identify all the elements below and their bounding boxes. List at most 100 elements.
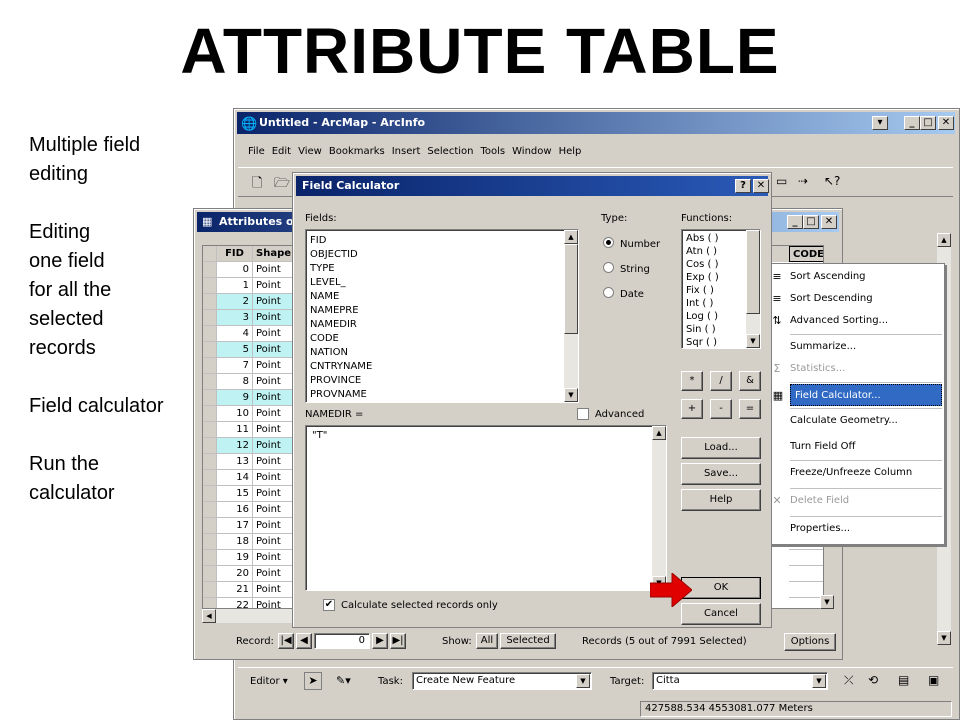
row-selector[interactable]: [203, 454, 217, 470]
menu-selection[interactable]: Selection: [427, 146, 473, 162]
sketch-properties-icon[interactable]: ▣: [928, 673, 939, 687]
record-input[interactable]: 0: [314, 633, 370, 649]
field-list-item[interactable]: FID: [306, 234, 578, 248]
row-selector[interactable]: [203, 550, 217, 566]
field-list-item[interactable]: NAMEDIR: [306, 318, 578, 332]
expression-textarea[interactable]: "T" ▲ ▼: [305, 425, 667, 591]
field-list-item[interactable]: OBJECTID: [306, 248, 578, 262]
hyperlink-icon[interactable]: ⇢: [798, 174, 808, 188]
help-arrow-icon[interactable]: ↖?: [824, 174, 840, 188]
menu-item-sort-ascending[interactable]: ≡ Sort Ascending: [766, 266, 944, 288]
fields-list[interactable]: FID OBJECTID TYPE LEVEL_ NAME NAMEPRE NAMEDIR C…: [305, 229, 579, 403]
first-record-button[interactable]: |◀: [278, 633, 294, 649]
menu-item-turn-field-off[interactable]: Turn Field Off: [766, 436, 944, 458]
row-selector[interactable]: [203, 358, 217, 374]
sketch-tool-icon[interactable]: ✎▾: [336, 674, 351, 687]
advanced-checkbox[interactable]: [577, 408, 589, 420]
maximize-button[interactable]: □: [920, 116, 936, 130]
close-button[interactable]: ✕: [938, 116, 954, 130]
measure-icon[interactable]: ▭: [776, 174, 787, 188]
field-list-item[interactable]: NAME: [306, 290, 578, 304]
help-button[interactable]: Help: [681, 489, 761, 511]
menu-help[interactable]: Help: [559, 146, 582, 162]
row-selector[interactable]: [203, 406, 217, 422]
scroll-left-arrow[interactable]: ◀: [202, 609, 216, 623]
row-selector[interactable]: [203, 486, 217, 502]
fields-scroll-down[interactable]: ▼: [564, 388, 578, 402]
functions-list[interactable]: Abs ( ) Atn ( ) Cos ( ) Exp ( ) Fix ( ) Int (…: [681, 229, 761, 349]
new-document-icon[interactable]: 🗋: [252, 174, 262, 196]
menu-item-freeze-unfreeze-column[interactable]: Freeze/Unfreeze Column: [766, 462, 944, 484]
menu-item-sort-descending[interactable]: ≡ Sort Descending: [766, 288, 944, 310]
expression-scroll-up[interactable]: ▲: [652, 426, 666, 440]
row-selector[interactable]: [203, 278, 217, 294]
field-list-item[interactable]: CNTRYNAME: [306, 360, 578, 374]
table-scroll-down[interactable]: ▼: [820, 595, 834, 609]
menu-window[interactable]: Window: [512, 146, 551, 162]
expression-scrollbar[interactable]: [652, 426, 666, 590]
calc-selected-checkbox[interactable]: ✔: [323, 599, 335, 611]
fields-scroll-thumb[interactable]: [564, 244, 578, 334]
cancel-button[interactable]: Cancel: [681, 603, 761, 625]
field-list-item[interactable]: CODE: [306, 332, 578, 346]
operator-button[interactable]: /: [710, 371, 732, 391]
operator-button[interactable]: -: [710, 399, 732, 419]
save-button[interactable]: Save...: [681, 463, 761, 485]
ok-button[interactable]: OK: [681, 577, 761, 599]
type-radio-number[interactable]: [603, 237, 614, 248]
column-header-code[interactable]: CODE: [789, 246, 823, 262]
row-selector[interactable]: [203, 342, 217, 358]
next-record-button[interactable]: ▶: [372, 633, 388, 649]
menu-file[interactable]: File: [248, 146, 265, 162]
menu-view[interactable]: View: [298, 146, 322, 162]
operator-button[interactable]: *: [681, 371, 703, 391]
split-tool-icon[interactable]: ⤫: [844, 673, 854, 688]
type-radio-string[interactable]: [603, 262, 614, 273]
minimize-button[interactable]: _: [904, 116, 920, 130]
calculator-help-button[interactable]: ?: [735, 179, 751, 193]
edit-pointer-icon[interactable]: ➤: [304, 672, 322, 690]
map-scroll-up[interactable]: ▲: [937, 233, 951, 247]
field-list-item[interactable]: NAMEPRE: [306, 304, 578, 318]
menu-item-calculate-geometry[interactable]: Calculate Geometry...: [766, 410, 944, 432]
row-selector[interactable]: [203, 566, 217, 582]
window-menu-dropdown[interactable]: ▾: [872, 116, 888, 130]
row-selector[interactable]: [203, 374, 217, 390]
row-selector[interactable]: [203, 502, 217, 518]
table-hscroll[interactable]: ◀: [202, 609, 302, 623]
task-select[interactable]: Create New Feature ▼: [412, 672, 592, 690]
field-list-item[interactable]: NATION: [306, 346, 578, 360]
field-list-item[interactable]: TYPE: [306, 262, 578, 276]
fields-scroll-up[interactable]: ▲: [564, 230, 578, 244]
menu-item-advanced-sorting[interactable]: ⇅ Advanced Sorting...: [766, 310, 944, 332]
column-header-fid[interactable]: FID: [217, 246, 253, 262]
row-selector[interactable]: [203, 390, 217, 406]
rotate-tool-icon[interactable]: ⟲: [868, 673, 878, 687]
field-list-item[interactable]: LEVEL_: [306, 276, 578, 290]
field-list-item[interactable]: PROVINCE: [306, 374, 578, 388]
attributes-icon[interactable]: ▤: [898, 673, 909, 687]
row-selector[interactable]: [203, 422, 217, 438]
row-selector[interactable]: [203, 518, 217, 534]
show-all-button[interactable]: All: [476, 633, 498, 649]
attributes-minimize-button[interactable]: _: [787, 215, 803, 229]
load-button[interactable]: Load...: [681, 437, 761, 459]
row-selector[interactable]: [203, 470, 217, 486]
map-scroll-down[interactable]: ▼: [937, 631, 951, 645]
editor-menu[interactable]: Editor ▾: [250, 676, 288, 687]
target-select[interactable]: Citta ▼: [652, 672, 828, 690]
menu-bookmarks[interactable]: Bookmarks: [329, 146, 385, 162]
functions-scroll-thumb[interactable]: [746, 230, 760, 314]
prev-record-button[interactable]: ◀: [296, 633, 312, 649]
show-selected-button[interactable]: Selected: [500, 633, 556, 649]
row-selector[interactable]: [203, 310, 217, 326]
row-selector[interactable]: [203, 294, 217, 310]
field-list-item[interactable]: PROVNAME: [306, 388, 578, 402]
row-selector[interactable]: [203, 534, 217, 550]
row-selector[interactable]: [203, 438, 217, 454]
row-selector[interactable]: [203, 582, 217, 598]
attributes-maximize-button[interactable]: □: [803, 215, 819, 229]
menu-edit[interactable]: Edit: [272, 146, 291, 162]
attributes-close-button[interactable]: ✕: [821, 215, 837, 229]
operator-button[interactable]: +: [681, 399, 703, 419]
